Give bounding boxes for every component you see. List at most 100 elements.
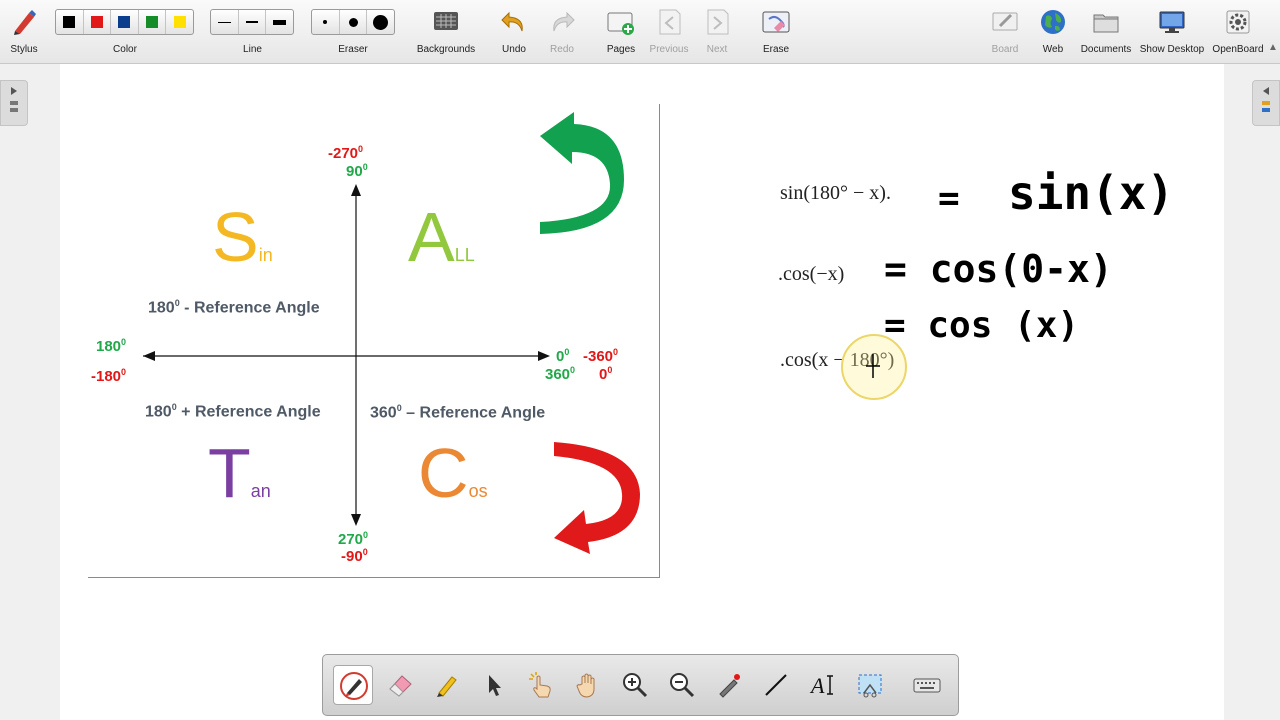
eraser-large[interactable] bbox=[367, 10, 394, 34]
zoom-in-button[interactable] bbox=[615, 665, 655, 705]
erase-board-button[interactable]: Erase bbox=[756, 0, 796, 64]
show-desktop-button[interactable]: Show Desktop bbox=[1138, 0, 1206, 64]
eraser-tool-button[interactable] bbox=[380, 665, 420, 705]
svg-text:A: A bbox=[809, 673, 825, 698]
handwriting-sin-x[interactable]: sin(x) bbox=[1008, 166, 1174, 220]
label-right-zero: 00 bbox=[556, 347, 570, 365]
text-tool-button[interactable]: A bbox=[803, 665, 843, 705]
stylus-button[interactable]: Stylus bbox=[2, 0, 46, 64]
backgrounds-button[interactable]: Backgrounds bbox=[414, 0, 478, 64]
label-left-negative: -1800 bbox=[91, 367, 127, 385]
zoom-out-button[interactable] bbox=[662, 665, 702, 705]
board-icon bbox=[992, 12, 1018, 31]
virtual-keyboard-button[interactable] bbox=[907, 665, 947, 705]
label-top-negative: -2700 bbox=[328, 144, 364, 162]
eraser-medium[interactable] bbox=[340, 10, 368, 34]
interact-tool-button[interactable] bbox=[521, 665, 561, 705]
top-toolbar: Stylus Color Line Eraser Backgrounds Und… bbox=[0, 0, 1280, 64]
pen-tool-button[interactable] bbox=[333, 665, 373, 705]
folder-icon bbox=[1093, 14, 1119, 33]
line-thick[interactable] bbox=[266, 10, 293, 34]
equation-sin-180-minus-x[interactable]: sin(180° − x). bbox=[780, 182, 891, 205]
text-icon: A bbox=[809, 673, 833, 698]
selector-tool-button[interactable] bbox=[474, 665, 514, 705]
previous-page-button[interactable]: Previous bbox=[645, 0, 693, 64]
line-group: Line bbox=[210, 0, 295, 64]
next-page-icon bbox=[707, 9, 729, 35]
handwriting-cos-x[interactable]: = cos (x) bbox=[884, 305, 1079, 346]
stylus-icon bbox=[14, 10, 36, 35]
laser-pointer-button[interactable] bbox=[709, 665, 749, 705]
label-bottom-positive: 2700 bbox=[338, 530, 369, 548]
highlighter-icon bbox=[437, 676, 457, 697]
label-right-360: 3600 bbox=[545, 365, 576, 383]
line-tool-button[interactable] bbox=[756, 665, 796, 705]
label-bottom-negative: -900 bbox=[341, 547, 368, 565]
eraser-group: Eraser bbox=[311, 0, 395, 64]
color-swatch-red[interactable] bbox=[84, 10, 112, 34]
highlighter-tool-button[interactable] bbox=[427, 665, 467, 705]
web-button[interactable]: Web bbox=[1033, 0, 1073, 64]
curved-arrow-red-icon bbox=[554, 442, 640, 554]
label-top-positive: 900 bbox=[346, 162, 368, 180]
rule-quadrant-4: 3600 – Reference Angle bbox=[370, 403, 546, 422]
rule-quadrant-2: 1800 - Reference Angle bbox=[148, 298, 320, 317]
add-page-icon bbox=[607, 12, 634, 35]
toolbar-overflow-icon[interactable]: ▲ bbox=[1268, 42, 1280, 56]
line-thin[interactable] bbox=[211, 10, 239, 34]
color-swatch-green[interactable] bbox=[139, 10, 167, 34]
undo-icon bbox=[501, 11, 523, 32]
hand-tool-button[interactable] bbox=[568, 665, 608, 705]
eraser-size-picker[interactable] bbox=[311, 9, 395, 35]
pen-icon bbox=[340, 672, 368, 700]
capture-tool-button[interactable] bbox=[850, 665, 890, 705]
line-medium[interactable] bbox=[239, 10, 267, 34]
keyboard-icon bbox=[913, 678, 941, 693]
label-right-neg360: -3600 bbox=[583, 347, 619, 365]
hand-pointer-icon bbox=[529, 672, 551, 698]
redo-button[interactable]: Redo bbox=[542, 0, 582, 64]
label-right-zero-red: 00 bbox=[599, 365, 613, 383]
backgrounds-icon bbox=[434, 12, 458, 30]
monitor-icon bbox=[1159, 11, 1185, 33]
right-panel-toggle[interactable] bbox=[1252, 80, 1280, 126]
quadrant-all: ALL bbox=[408, 198, 475, 276]
pointer-arrow-icon bbox=[489, 675, 501, 696]
label-left-positive: 1800 bbox=[96, 337, 127, 355]
next-page-button[interactable]: Next bbox=[697, 0, 737, 64]
line-width-picker[interactable] bbox=[210, 9, 294, 35]
left-panel-toggle[interactable] bbox=[0, 80, 28, 126]
handwriting-equals-1[interactable]: = bbox=[938, 178, 960, 219]
erase-board-icon bbox=[762, 11, 790, 33]
documents-button[interactable]: Documents bbox=[1078, 0, 1134, 64]
left-side-area bbox=[0, 64, 60, 720]
drawing-tools-toolbar: A bbox=[322, 654, 959, 716]
globe-icon bbox=[1041, 10, 1065, 34]
board-mode-button[interactable]: Board bbox=[985, 0, 1025, 64]
previous-page-icon bbox=[659, 9, 681, 35]
eraser-small[interactable] bbox=[312, 10, 340, 34]
color-swatch-blue[interactable] bbox=[111, 10, 139, 34]
laser-pointer-icon bbox=[719, 674, 740, 698]
color-swatch-black[interactable] bbox=[56, 10, 84, 34]
eraser-icon bbox=[389, 675, 412, 697]
right-side-area bbox=[1224, 64, 1280, 720]
zoom-out-icon bbox=[670, 673, 695, 698]
quadrant-tan: Tan bbox=[208, 434, 271, 512]
handwriting-cos-0-minus-x[interactable]: = cos(0-x) bbox=[884, 247, 1113, 291]
pages-button[interactable]: Pages bbox=[601, 0, 641, 64]
panel-expand-icon bbox=[10, 87, 18, 112]
zoom-in-icon bbox=[623, 673, 648, 698]
color-swatch-yellow[interactable] bbox=[166, 10, 193, 34]
undo-button[interactable]: Undo bbox=[494, 0, 534, 64]
astc-quadrant-diagram[interactable]: -2700 900 1800 -1800 00 -3600 3600 00 27… bbox=[88, 104, 660, 578]
redo-icon bbox=[553, 11, 575, 32]
color-picker[interactable] bbox=[55, 9, 194, 35]
openboard-menu-button[interactable]: OpenBoard bbox=[1210, 0, 1266, 64]
equation-cos-negative-x[interactable]: .cos(−x) bbox=[778, 263, 844, 286]
crosshair-cursor-icon bbox=[866, 354, 880, 378]
hand-icon bbox=[576, 673, 595, 698]
quadrant-sin: Sin bbox=[212, 198, 273, 276]
line-icon bbox=[765, 674, 787, 696]
quadrant-cos: Cos bbox=[418, 434, 488, 512]
